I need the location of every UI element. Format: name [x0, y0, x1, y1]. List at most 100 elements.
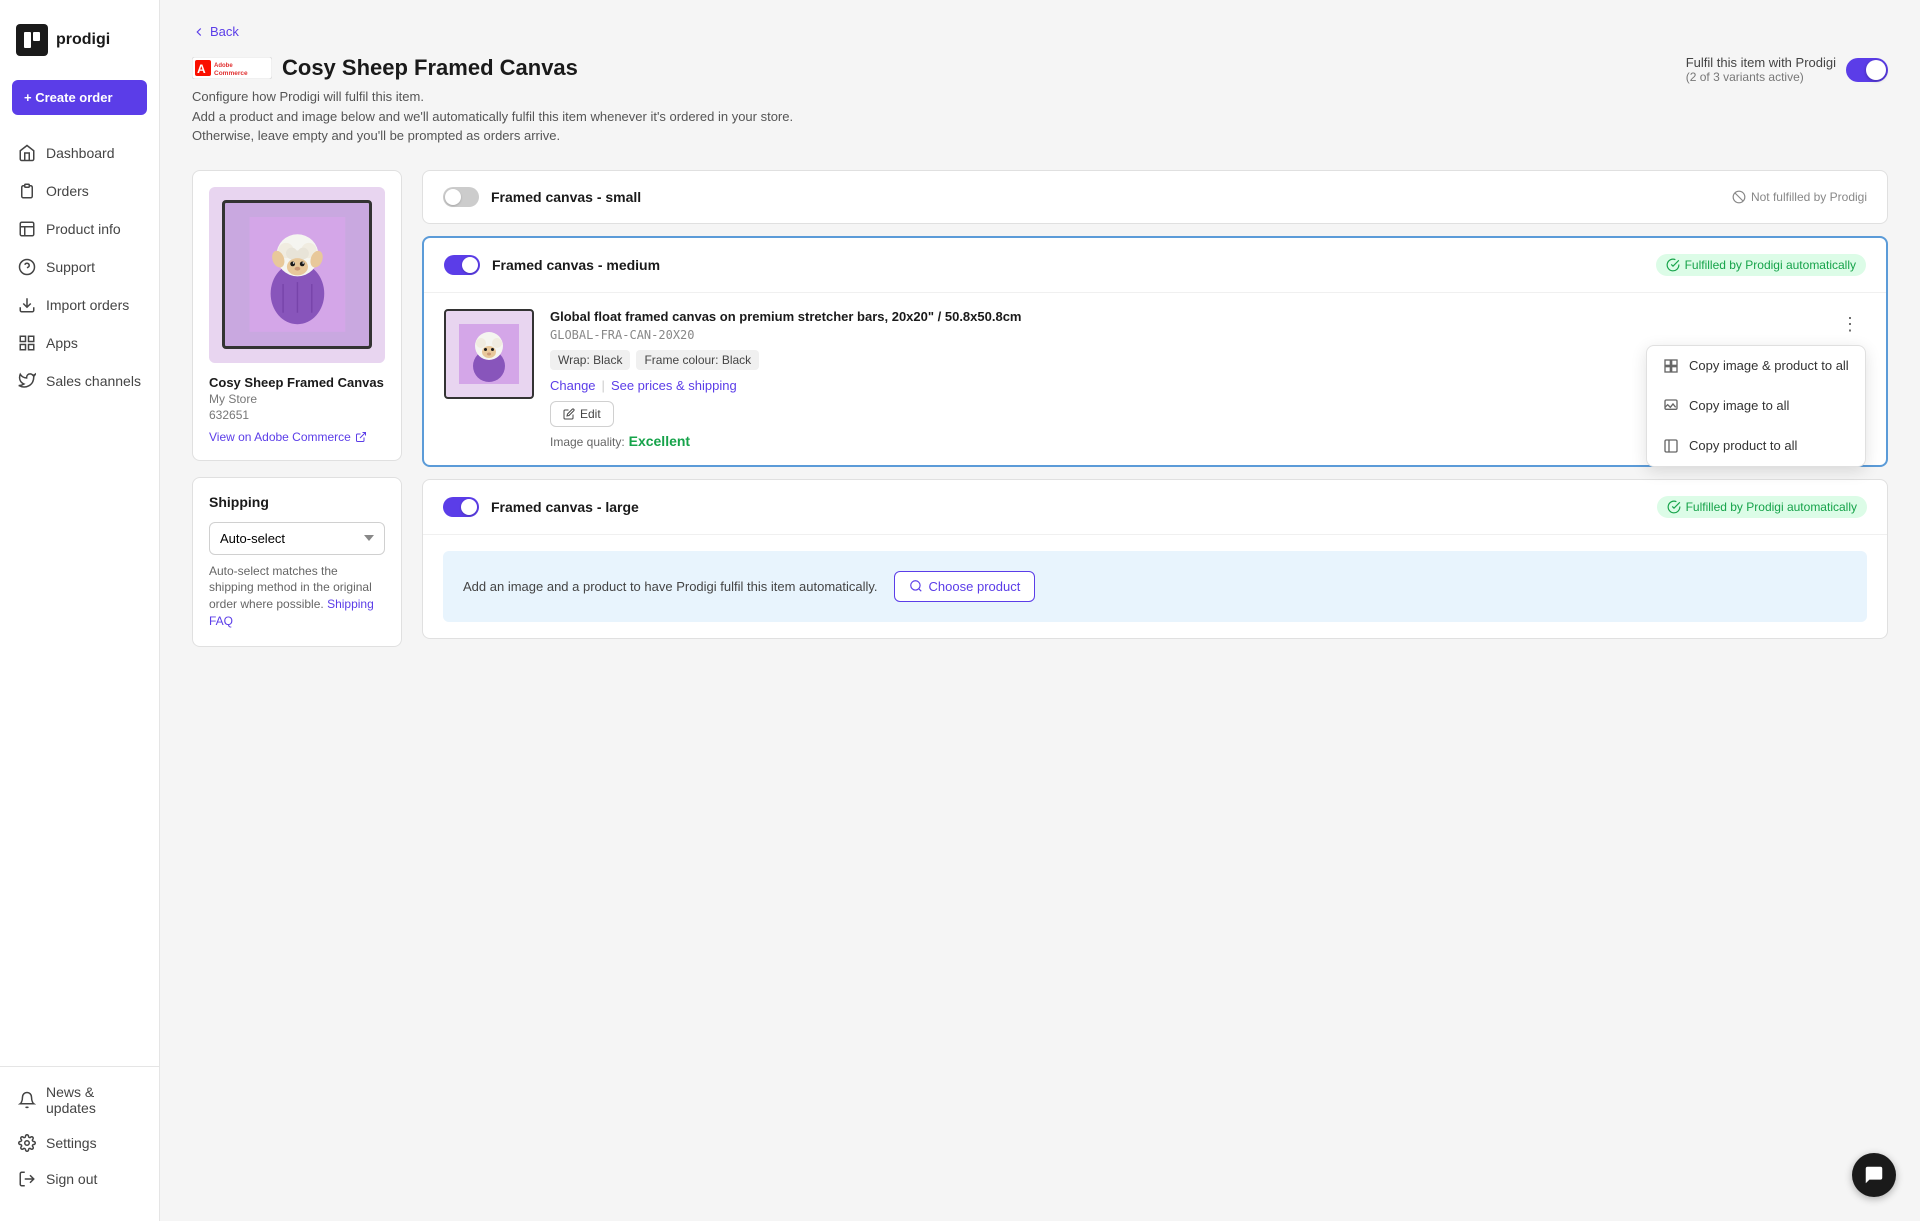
sidebar-item-dashboard-label: Dashboard — [46, 145, 115, 161]
page-desc-2: Add a product and image below and we'll … — [192, 107, 793, 127]
adobe-logo: A Adobe Commerce — [192, 57, 272, 79]
content-area: Cosy Sheep Framed Canvas My Store 632651… — [192, 170, 1888, 647]
chat-icon — [1863, 1164, 1885, 1186]
variant-menu-button[interactable]: ⋮ — [1834, 309, 1866, 341]
sidebar-item-sign-out-label: Sign out — [46, 1171, 97, 1187]
svg-text:Commerce: Commerce — [214, 70, 248, 77]
bell-icon — [18, 1091, 36, 1109]
logo: prodigi — [0, 16, 159, 80]
fulfill-toggle[interactable] — [1846, 58, 1888, 82]
page-desc-1: Configure how Prodigi will fulfil this i… — [192, 87, 793, 107]
view-on-adobe-link[interactable]: View on Adobe Commerce — [209, 430, 385, 444]
dropdown-copy-image-product[interactable]: Copy image & product to all — [1647, 346, 1865, 386]
variant-header-left-medium: Framed canvas - medium — [444, 255, 660, 275]
product-card: Cosy Sheep Framed Canvas My Store 632651… — [192, 170, 402, 461]
dropdown-copy-image[interactable]: Copy image to all — [1647, 386, 1865, 426]
variant-header-left-small: Framed canvas - small — [443, 187, 641, 207]
gear-icon — [18, 1134, 36, 1152]
page-title: Cosy Sheep Framed Canvas — [282, 55, 578, 81]
page-desc-3: Otherwise, leave empty and you'll be pro… — [192, 126, 793, 146]
view-on-adobe-label: View on Adobe Commerce — [209, 430, 351, 444]
sidebar-item-sign-out[interactable]: Sign out — [8, 1161, 151, 1197]
page-description: Configure how Prodigi will fulfil this i… — [192, 87, 793, 146]
sidebar-item-product-info[interactable]: Product info — [8, 211, 151, 247]
sidebar-item-sales-channels-label: Sales channels — [46, 373, 141, 389]
sidebar: prodigi + Create order Dashboard Orders … — [0, 0, 160, 1221]
variant-name-small: Framed canvas - small — [491, 189, 641, 205]
image-quality-label: Image quality: — [550, 435, 625, 449]
product-card-id: 632651 — [209, 408, 385, 422]
adobe-badge: A Adobe Commerce — [192, 57, 272, 79]
orders-icon — [18, 182, 36, 200]
back-link[interactable]: Back — [192, 24, 1888, 39]
fulfilled-label-medium: Fulfilled by Prodigi automatically — [1685, 258, 1856, 272]
fulfill-label: Fulfil this item with Prodigi — [1686, 55, 1836, 70]
sidebar-item-orders-label: Orders — [46, 183, 89, 199]
not-fulfilled-icon — [1732, 190, 1746, 204]
change-link[interactable]: Change — [550, 378, 596, 393]
edit-icon — [563, 408, 575, 420]
sidebar-item-settings-label: Settings — [46, 1135, 97, 1151]
choose-product-button[interactable]: Choose product — [894, 571, 1036, 602]
variant-toggle-small[interactable] — [443, 187, 479, 207]
create-order-label: + Create order — [24, 90, 113, 105]
sheep-illustration — [240, 217, 355, 332]
shipping-description: Auto-select matches the shipping method … — [209, 563, 385, 630]
fulfill-toggle-text: Fulfil this item with Prodigi (2 of 3 va… — [1686, 55, 1836, 84]
variant-header-small: Framed canvas - small Not fulfilled by P… — [423, 171, 1887, 223]
copy-product-icon — [1663, 438, 1679, 454]
variant-actions: Change | See prices & shipping — [550, 378, 1818, 393]
toggle-knob-small — [445, 189, 461, 205]
sidebar-item-settings[interactable]: Settings — [8, 1125, 151, 1161]
chat-button[interactable] — [1852, 1153, 1896, 1197]
fulfilled-badge-large: Fulfilled by Prodigi automatically — [1657, 496, 1867, 518]
shipping-select[interactable]: Auto-select Standard Express — [209, 522, 385, 555]
dropdown-copy-product[interactable]: Copy product to all — [1647, 426, 1865, 466]
see-prices-link[interactable]: See prices & shipping — [611, 378, 737, 393]
channels-icon — [18, 372, 36, 390]
fulfill-sub: (2 of 3 variants active) — [1686, 70, 1836, 84]
fulfilled-badge-medium: Fulfilled by Prodigi automatically — [1656, 254, 1866, 276]
home-icon — [18, 144, 36, 162]
product-icon — [18, 220, 36, 238]
sidebar-item-import-orders-label: Import orders — [46, 297, 129, 313]
sidebar-item-sales-channels[interactable]: Sales channels — [8, 363, 151, 399]
sidebar-item-product-info-label: Product info — [46, 221, 121, 237]
left-panel: Cosy Sheep Framed Canvas My Store 632651… — [192, 170, 402, 647]
logo-icon — [16, 24, 48, 56]
dropdown-copy-product-label: Copy product to all — [1689, 438, 1797, 453]
product-card-name: Cosy Sheep Framed Canvas — [209, 375, 385, 390]
svg-text:A: A — [197, 62, 206, 76]
logo-text: prodigi — [56, 31, 110, 49]
toggle-knob — [1866, 60, 1886, 80]
variant-dropdown-menu: Copy image & product to all Copy image t… — [1646, 345, 1866, 467]
sidebar-item-support[interactable]: Support — [8, 249, 151, 285]
variant-header-medium: Framed canvas - medium Fulfilled by Prod… — [424, 238, 1886, 292]
sidebar-item-orders[interactable]: Orders — [8, 173, 151, 209]
fulfilled-label-large: Fulfilled by Prodigi automatically — [1686, 500, 1857, 514]
search-icon — [909, 579, 923, 593]
image-quality-value: Excellent — [629, 433, 690, 449]
external-link-icon — [355, 431, 367, 443]
choose-product-label: Choose product — [929, 579, 1021, 594]
page-header: A Adobe Commerce Cosy Sheep Framed Canva… — [192, 55, 1888, 146]
variant-toggle-large[interactable] — [443, 497, 479, 517]
fulfilled-check-icon — [1666, 258, 1680, 272]
not-fulfilled-label-small: Not fulfilled by Prodigi — [1751, 190, 1867, 204]
variant-card-medium: Framed canvas - medium Fulfilled by Prod… — [422, 236, 1888, 467]
svg-text:Adobe: Adobe — [214, 63, 233, 69]
sidebar-item-apps[interactable]: Apps — [8, 325, 151, 361]
sidebar-item-dashboard[interactable]: Dashboard — [8, 135, 151, 171]
tag-wrap: Wrap: Black — [550, 350, 630, 370]
variant-body-medium: Global float framed canvas on premium st… — [424, 292, 1886, 465]
create-order-button[interactable]: + Create order — [12, 80, 147, 115]
edit-label: Edit — [580, 407, 601, 421]
sidebar-item-import-orders[interactable]: Import orders — [8, 287, 151, 323]
sidebar-item-news-updates[interactable]: News & updates — [8, 1075, 151, 1125]
copy-image-icon — [1663, 398, 1679, 414]
sidebar-item-apps-label: Apps — [46, 335, 78, 351]
back-arrow-icon — [192, 25, 206, 39]
variant-name-medium: Framed canvas - medium — [492, 257, 660, 273]
variant-toggle-medium[interactable] — [444, 255, 480, 275]
edit-button[interactable]: Edit — [550, 401, 614, 427]
